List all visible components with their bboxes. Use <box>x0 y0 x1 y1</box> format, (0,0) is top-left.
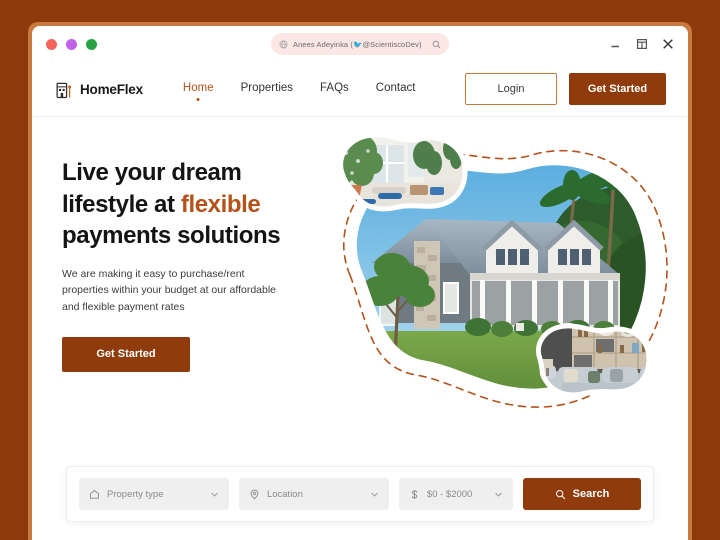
minimize-traffic-light[interactable] <box>66 38 77 50</box>
nav-actions: Login Get Started <box>465 73 666 105</box>
page-title: Live your dream lifestyle at flexible pa… <box>62 157 322 252</box>
close-traffic-light[interactable] <box>46 38 57 50</box>
address-bar-text: Anees Adeyinka (🐦@ScientiscoDev) <box>293 39 422 49</box>
hero-get-started-button[interactable]: Get Started <box>62 336 190 372</box>
chevron-down-icon <box>211 492 218 496</box>
traffic-lights <box>46 38 97 50</box>
minimize-icon[interactable] <box>610 38 622 50</box>
location-select[interactable]: Location <box>238 478 389 510</box>
location-label: Location <box>266 488 303 500</box>
search-button-label: Search <box>572 488 610 500</box>
browser-titlebar: Anees Adeyinka (🐦@ScientiscoDev) <box>32 26 688 62</box>
chevron-down-icon <box>495 492 502 496</box>
brand-name: HomeFlex <box>80 81 143 97</box>
property-type-label: Property type <box>107 488 164 500</box>
price-range-label: $0 - $2000 <box>426 488 473 500</box>
building-icon <box>56 82 72 98</box>
property-search-bar: Property type Location $0 - $2000 Search <box>66 466 654 522</box>
brand-logo[interactable]: HomeFlex <box>56 80 143 99</box>
address-bar[interactable]: Anees Adeyinka (🐦@ScientiscoDev) <box>271 33 449 55</box>
maximize-traffic-light[interactable] <box>86 38 97 50</box>
nav-link-properties[interactable]: Properties <box>241 82 293 96</box>
nav-link-faqs[interactable]: FAQs <box>320 82 349 96</box>
nav-link-contact[interactable]: Contact <box>376 82 416 96</box>
nav-link-home[interactable]: Home <box>183 82 214 96</box>
search-icon <box>555 489 565 499</box>
map-pin-icon <box>250 489 259 499</box>
search-icon[interactable] <box>432 40 441 49</box>
close-icon[interactable] <box>662 38 674 50</box>
headline-accent-word: flexible <box>180 190 261 218</box>
globe-icon <box>279 40 288 48</box>
hero-section: Live your dream lifestyle at flexible pa… <box>32 117 688 447</box>
hero-artwork <box>320 123 680 423</box>
get-started-button[interactable]: Get Started <box>569 73 666 105</box>
home-icon <box>90 489 99 499</box>
window-controls <box>610 26 674 62</box>
search-button[interactable]: Search <box>523 478 641 510</box>
chevron-down-icon <box>371 492 378 496</box>
login-button[interactable]: Login <box>465 73 557 105</box>
price-range-select[interactable]: $0 - $2000 <box>398 478 513 510</box>
browser-frame: Anees Adeyinka (🐦@ScientiscoDev) HomeFle… <box>28 22 692 540</box>
nav-links: Home Properties FAQs Contact <box>183 82 416 96</box>
property-type-select[interactable]: Property type <box>79 478 229 510</box>
browser-window: Anees Adeyinka (🐦@ScientiscoDev) HomeFle… <box>32 26 688 540</box>
site-navbar: HomeFlex Home Properties FAQs Contact Lo… <box>32 62 688 117</box>
headline-line-1: Live your dream <box>62 159 242 186</box>
headline-line-3: payments solutions <box>62 222 281 250</box>
maximize-icon[interactable] <box>636 38 648 50</box>
dollar-icon <box>411 489 418 499</box>
headline-line-2-prefix: lifestyle at <box>62 190 181 218</box>
hero-subtext: We are making it easy to purchase/rent p… <box>62 268 277 313</box>
